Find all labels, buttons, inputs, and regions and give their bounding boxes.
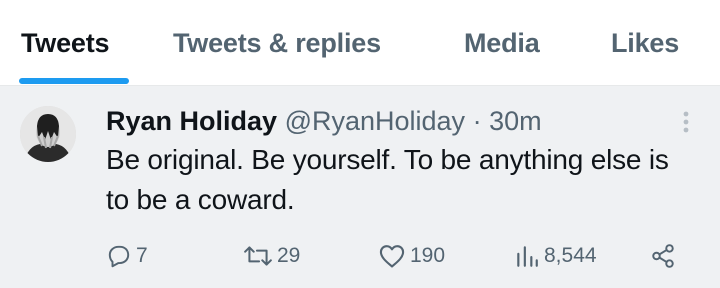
tweet[interactable]: Ryan Holiday @RyanHoliday · 30m Be origi… (0, 86, 720, 288)
views-button[interactable]: 8,544 (514, 236, 597, 276)
separator-dot: · (472, 106, 482, 136)
active-tab-indicator (19, 78, 129, 84)
avatar[interactable] (20, 106, 76, 162)
share-icon (652, 244, 674, 268)
tab-likes[interactable]: Likes (611, 28, 679, 68)
views-count: 8,544 (544, 244, 597, 267)
tweet-text: Be original. Be yourself. To be anything… (106, 144, 669, 215)
retweet-icon (244, 246, 272, 266)
reply-button[interactable]: 7 (106, 236, 148, 276)
tab-tweets[interactable]: Tweets (21, 28, 110, 68)
author-name[interactable]: Ryan Holiday (106, 106, 277, 136)
like-button[interactable]: 190 (378, 236, 445, 276)
more-vertical-icon[interactable] (676, 108, 696, 136)
author-handle[interactable]: @RyanHoliday (285, 106, 465, 136)
reply-icon (108, 245, 130, 268)
retweet-button[interactable]: 29 (243, 236, 300, 276)
like-count: 190 (410, 244, 446, 267)
tweet-time[interactable]: 30m (489, 106, 542, 136)
tweet-actions: 7 29 190 8,544 (0, 236, 720, 276)
reply-count: 7 (136, 244, 148, 267)
avatar-image (20, 106, 76, 162)
heart-icon (379, 245, 405, 268)
tab-media[interactable]: Media (464, 28, 540, 68)
views-icon (517, 246, 538, 267)
tab-tweets-and-replies[interactable]: Tweets & replies (173, 28, 381, 68)
tweet-header: Ryan Holiday @RyanHoliday · 30m (106, 104, 542, 138)
retweet-count: 29 (277, 244, 301, 267)
profile-tabs: Tweets Tweets & replies Media Likes (0, 0, 720, 86)
share-button[interactable] (650, 236, 676, 276)
